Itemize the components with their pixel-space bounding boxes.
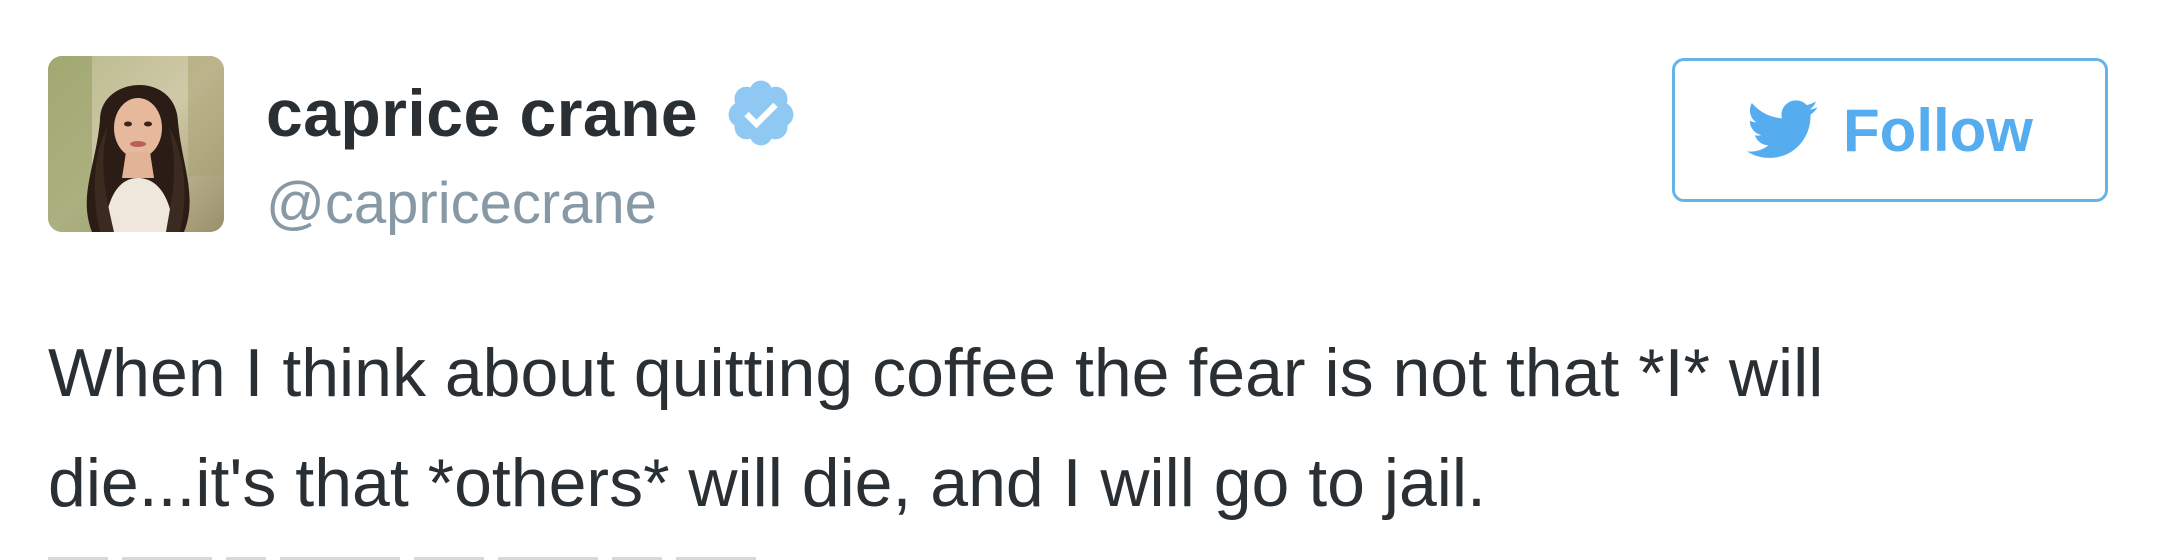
twitter-bird-icon — [1747, 98, 1819, 162]
follow-button[interactable]: Follow — [1672, 58, 2108, 202]
tweet-card: caprice crane @capricecrane Follow When … — [0, 0, 2166, 560]
follow-button-label: Follow — [1843, 96, 2033, 164]
author-display-name[interactable]: caprice crane — [266, 75, 698, 151]
avatar-image — [48, 56, 224, 232]
verified-badge-icon — [724, 76, 798, 150]
author-name-row: caprice crane — [266, 72, 798, 154]
tweet-text: When I think about quitting coffee the f… — [48, 335, 1824, 521]
avatar[interactable] — [48, 56, 224, 232]
author-screen-name[interactable]: @capricecrane — [266, 170, 657, 237]
cut-off-divider — [48, 548, 788, 560]
